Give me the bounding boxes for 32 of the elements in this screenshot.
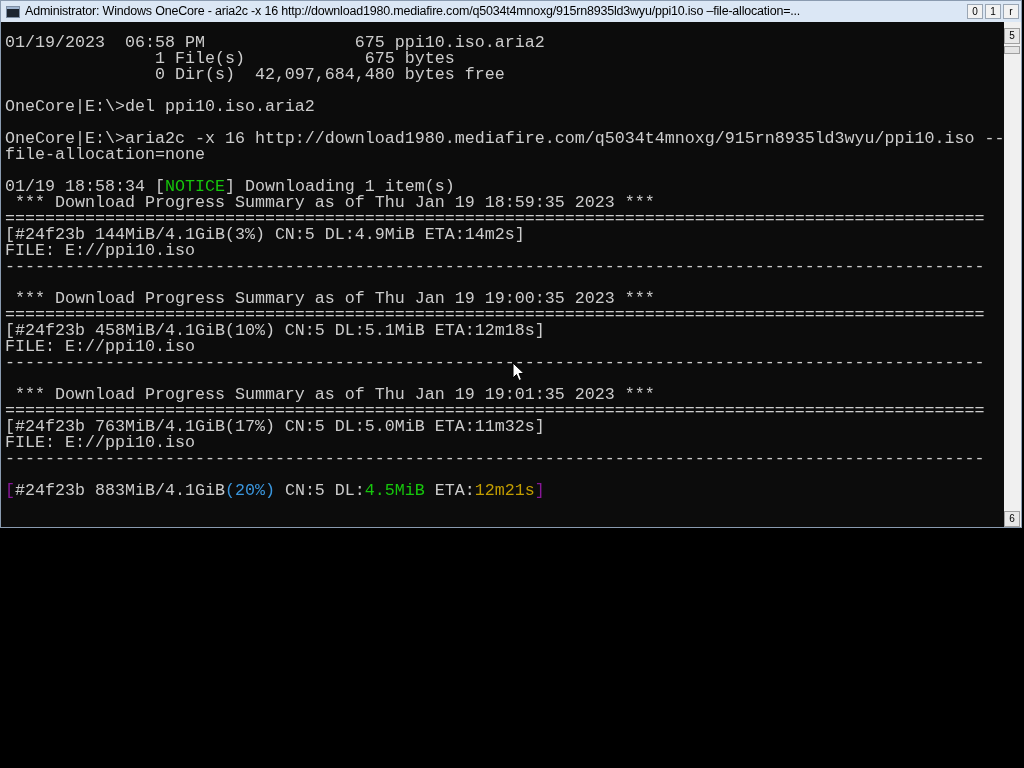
- scrollbar-thumb[interactable]: [1004, 46, 1020, 54]
- maximize-button[interactable]: 1: [985, 4, 1001, 19]
- console-line: 0 Dir(s) 42,097,684,480 bytes free: [153, 67, 505, 83]
- console-line: FILE: E://ppi10.iso: [5, 243, 195, 259]
- console-line: OneCore|E:\>del ppi10.iso.aria2: [5, 99, 315, 115]
- console-line: OneCore|E:\>aria2c -x 16 http://download1980.mediafire.com/q5034t4mnoxg/915rn8935ld3wyu/ppi10.iso --: [5, 131, 1004, 147]
- pointer-icon: [512, 362, 525, 382]
- console-line: FILE: E://ppi10.iso: [5, 339, 195, 355]
- console-line: [#24f23b 458MiB/4.1GiB(10%) CN:5 DL:5.1MiB ETA:12m18s]: [5, 323, 545, 339]
- console-line: 01/19 18:58:34 [NOTICE] Downloading 1 item(s): [5, 179, 455, 195]
- console-line: ==================================================================================================: [5, 307, 985, 323]
- console-line: ==================================================================================================: [5, 403, 985, 419]
- console-line: 01/19/2023 06:58 PM 675 ppi10.iso.aria2: [5, 35, 545, 51]
- console-line: 1 File(s) 675 bytes: [153, 51, 455, 67]
- console-line: file-allocation=none: [5, 147, 205, 163]
- scroll-up-button[interactable]: 5: [1004, 28, 1020, 44]
- console-line: FILE: E://ppi10.iso: [5, 435, 195, 451]
- console-line: --------------------------------------------------------------------------------------------------: [5, 355, 985, 371]
- window-title: Administrator: Windows OneCore - aria2c -x 16 http://download1980.mediafire.com/q5034t4mnoxg/915rn8935ld3wyu/ppi10.iso –file-allocation=...: [25, 3, 802, 21]
- minimize-button[interactable]: 0: [967, 4, 983, 19]
- console-icon: [6, 5, 20, 18]
- console-line: [#24f23b 144MiB/4.1GiB(3%) CN:5 DL:4.9MiB ETA:14m2s]: [5, 227, 525, 243]
- scroll-down-button[interactable]: 6: [1004, 511, 1020, 527]
- console-line: [#24f23b 763MiB/4.1GiB(17%) CN:5 DL:5.0MiB ETA:11m32s]: [5, 419, 545, 435]
- console-line: *** Download Progress Summary as of Thu Jan 19 19:00:35 2023 ***: [14, 291, 655, 307]
- console-line: *** Download Progress Summary as of Thu Jan 19 19:01:35 2023 ***: [14, 387, 655, 403]
- console-line: ==================================================================================================: [5, 211, 985, 227]
- console-line: --------------------------------------------------------------------------------------------------: [5, 451, 985, 467]
- console-line: --------------------------------------------------------------------------------------------------: [5, 259, 985, 275]
- console-line: [#24f23b 883MiB/4.1GiB(20%) CN:5 DL:4.5MiB ETA:12m21s]: [5, 483, 545, 499]
- console-line: *** Download Progress Summary as of Thu Jan 19 18:59:35 2023 ***: [14, 195, 655, 211]
- close-button[interactable]: r: [1003, 4, 1019, 19]
